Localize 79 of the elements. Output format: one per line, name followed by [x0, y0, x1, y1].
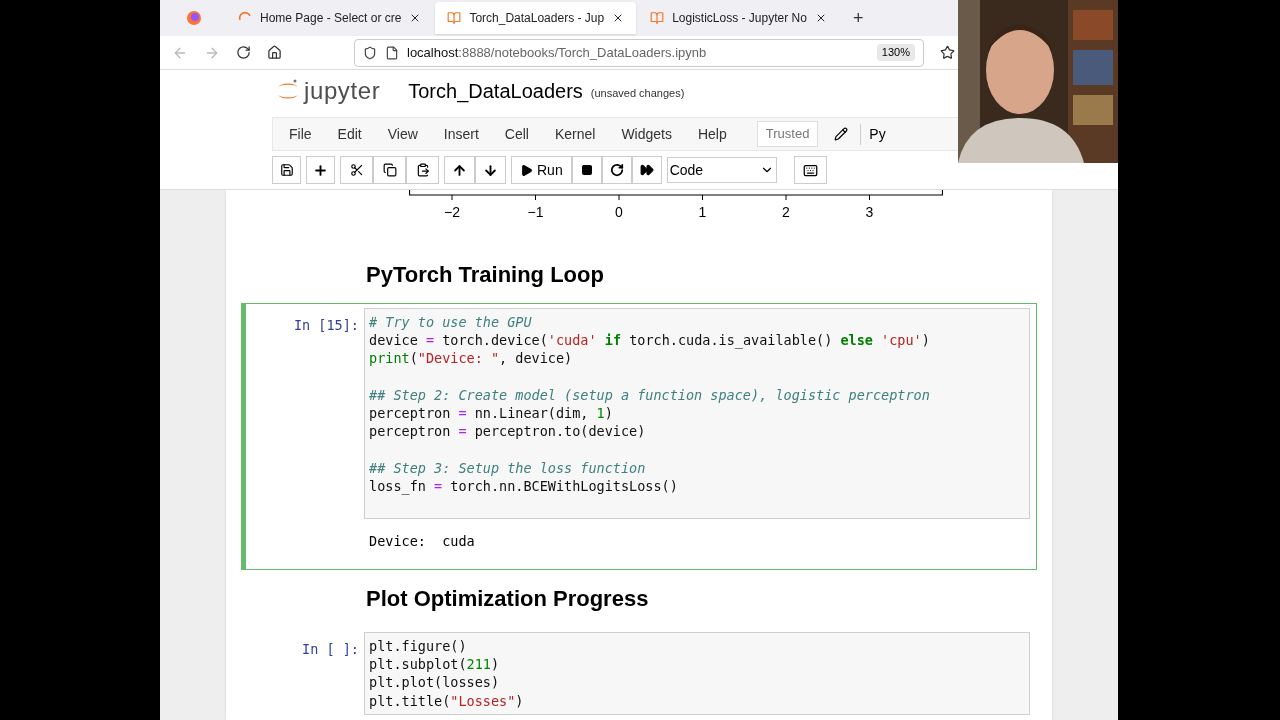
zoom-badge[interactable]: 130%	[876, 44, 915, 61]
home-icon[interactable]	[267, 45, 282, 60]
menu-item[interactable]: Insert	[435, 123, 487, 145]
code-line: loss_fn = torch.nn.BCEWithLogitsLoss()	[369, 477, 678, 496]
jupyter-wordmark: jupyter	[304, 76, 381, 106]
menu-item[interactable]: File	[281, 123, 320, 145]
code-line: ## Step 3: Setup the loss function	[369, 458, 646, 478]
run-button[interactable]: Run	[511, 156, 572, 184]
stop-button[interactable]	[571, 156, 602, 184]
notebook-icon	[447, 11, 462, 25]
browser-logo-icon	[186, 10, 202, 26]
notebook-icon	[650, 11, 665, 25]
run-all-button[interactable]	[631, 156, 662, 184]
save-status: (unsaved changes)	[590, 86, 685, 102]
stop-icon	[580, 164, 593, 176]
page-icon	[385, 45, 399, 60]
axis-tick-label: 0	[615, 203, 623, 222]
axis-tick-label: 3	[865, 203, 874, 222]
axis-tick-label: −2	[444, 203, 460, 222]
arrow-down-icon	[483, 162, 498, 178]
browser-tab[interactable]: LogisticLoss - Jupyter No	[638, 2, 839, 34]
copy-icon	[382, 163, 397, 177]
code-line: print("Device: ", device)	[369, 349, 573, 368]
bookmark-icon[interactable]	[940, 45, 955, 60]
address-bar[interactable]: localhost:8888/notebooks/Torch_DataLoaders.ipynb 130%	[354, 38, 924, 67]
code-line: ## Step 2: Create model (setup a function space), logistic perceptron	[369, 385, 930, 405]
code-cell[interactable]	[241, 302, 1037, 570]
cut-button[interactable]	[340, 156, 373, 184]
restart-icon	[609, 163, 624, 177]
code-editor[interactable]: plt.figure() plt.subplot(211) plt.plot(losses) plt.title("Losses")	[364, 631, 1030, 715]
move-up-button[interactable]	[444, 156, 475, 184]
axis-tick-label: 2	[782, 203, 790, 222]
code-line: # Try to use the GPU	[369, 312, 532, 331]
notebook-title[interactable]: Torch_DataLoaders	[408, 76, 583, 106]
plus-icon	[313, 162, 328, 178]
trusted-indicator[interactable]: Trusted	[756, 121, 819, 147]
code-line: plt.subplot(211)	[369, 655, 500, 674]
menu-item[interactable]: Cell	[496, 123, 537, 145]
cell-type-dropdown[interactable]: Code	[666, 157, 777, 183]
menu-item[interactable]: View	[379, 123, 426, 145]
code-line: plt.figure()	[369, 636, 467, 656]
play-icon	[520, 163, 533, 177]
section-heading: PyTorch Training Loop	[366, 260, 605, 289]
new-tab-button[interactable]: +	[840, 2, 876, 34]
shield-icon	[363, 45, 377, 60]
keyboard-icon	[802, 162, 818, 178]
scissors-icon	[349, 163, 364, 177]
paste-button[interactable]	[406, 156, 439, 184]
browser-tab[interactable]: Torch_DataLoaders - Jup	[435, 2, 637, 34]
code-cell[interactable]: In [ ]: plt.figure() plt.subplot(211) plt.plot(losses) plt.title("Losses")	[241, 626, 1037, 720]
code-line: plt.title("Losses")	[369, 691, 524, 710]
keyboard-shortcuts-button[interactable]	[793, 156, 827, 184]
cell-prompt: In [15]:	[293, 316, 359, 333]
restart-button[interactable]	[601, 156, 632, 184]
menu-item[interactable]: Kernel	[546, 123, 604, 145]
move-down-button[interactable]	[475, 156, 506, 184]
code-line: plt.plot(losses)	[369, 673, 500, 692]
save-icon	[279, 163, 294, 177]
save-button[interactable]	[272, 156, 301, 184]
cell-output: Device: cuda	[369, 532, 475, 549]
code-line: device = torch.device('cuda' if torch.cuda.is_available() else 'cpu')	[369, 330, 930, 350]
menu-item[interactable]: Edit	[329, 123, 370, 145]
insert-cell-button[interactable]	[306, 156, 335, 184]
code-editor[interactable]	[364, 307, 1030, 519]
copy-button[interactable]	[373, 156, 406, 184]
paste-icon	[415, 163, 430, 177]
code-line: perceptron = nn.Linear(dim, 1)	[369, 404, 613, 423]
fast-forward-icon	[639, 163, 654, 177]
axis-tick-label: −1	[527, 203, 544, 222]
code-line: perceptron = perceptron.to(device)	[369, 422, 646, 441]
edit-icon[interactable]	[834, 127, 849, 141]
axis-tick-label: 1	[698, 203, 707, 222]
menu-item[interactable]: Help	[689, 123, 735, 145]
menu-item[interactable]: Widgets	[613, 123, 680, 145]
reload-icon[interactable]	[236, 45, 251, 60]
cell-prompt: In [ ]:	[302, 640, 359, 657]
browser-tab[interactable]: Home Page - Select or cre	[226, 2, 434, 34]
kernel-name: Py	[860, 123, 886, 145]
section-heading: Plot Optimization Progress	[366, 584, 650, 613]
